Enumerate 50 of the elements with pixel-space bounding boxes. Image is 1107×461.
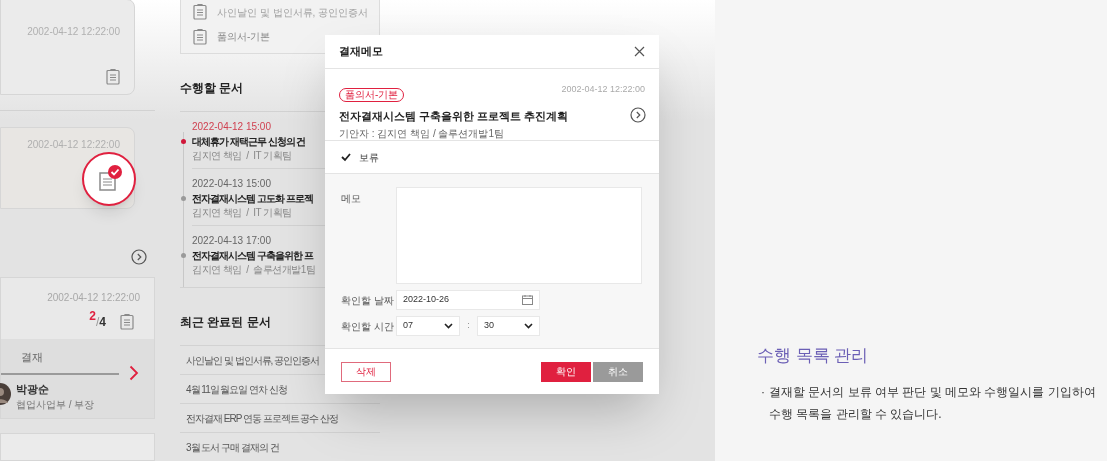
card-date: 2002-04-12 12:22:00 [27,25,120,39]
todo-meta: 김지연 책임 / IT 기획팀 [192,206,292,219]
step-label: 결재 [21,350,43,365]
document-icon [193,4,207,21]
card-date: 2002-04-12 12:22:00 [47,291,140,305]
date-field[interactable]: 2022-10-26 [396,290,540,310]
caret-icon [444,323,453,329]
calendar-icon[interactable] [522,295,533,305]
todo-title: 대체휴가 재택근무 신청의 건 [192,135,306,149]
confirm-button[interactable]: 확인 [541,361,591,382]
document-icon [120,314,134,330]
todo-time: 2022-04-12 15:00 [192,120,271,134]
hold-label: 보류 [359,150,379,165]
todo-title: 전자결재시스템 구축을위한 프 [192,249,313,263]
todo-title: 전자결재시스템 고도화 프로젝 [192,192,313,206]
minute-select[interactable]: 30 [477,316,540,336]
recent-item[interactable]: 전자결재 ERP 연동 프로젝트 공수 산정 [180,404,380,433]
memo-label: 메모 [341,192,362,206]
todo-meta: 김지연 책임 / 솔루션개발1팀 [192,263,316,276]
hour-select[interactable]: 07 [396,316,460,336]
document-icon [193,28,207,45]
recent-title: 전자결재 ERP 연동 프로젝트 공수 산정 [186,411,339,426]
approver-dept: 협업사업부 / 부장 [16,398,95,412]
recent-title: 3월 도서 구매 결재의 건 [186,440,279,455]
time-label: 확인할 시간 [341,319,395,334]
recent-title: 사인날인 및 법인서류, 공인인증서 [186,353,320,368]
todo-time: 2022-04-13 15:00 [192,177,271,191]
bullet: · [761,383,766,401]
card-date: 2002-04-12 12:22:00 [27,138,120,152]
time-separator: : [466,319,471,333]
doc-date: 2002-04-12 12:22:00 [561,83,645,96]
document-icon [106,69,120,85]
close-icon[interactable] [634,46,645,57]
caret-icon [524,323,533,329]
feature-description: 결재할 문서의 보류 여부 판단 및 메모와 수행일시를 기입하여 수행 목록을 관리할 수 있습니다. [769,383,1097,423]
approval-badge-icon [82,152,136,206]
dialog-title: 결재메모 [339,44,383,60]
feature-title: 수행 목록 관리 [757,345,870,367]
recent-item[interactable]: 3월 도서 구매 결재의 건 [180,433,380,461]
todo-time: 2022-04-13 17:00 [192,234,271,248]
delete-button[interactable]: 삭제 [341,361,391,382]
approver-name: 박광순 [16,382,49,397]
section-title: 최근 완료된 문서 [180,314,271,331]
recent-title: 4월 11일 월요일 연차 신청 [186,382,288,397]
check-icon[interactable] [341,152,351,162]
section-title: 수행할 문서 [180,80,244,97]
chevron-right-icon[interactable] [129,365,139,381]
todo-item[interactable]: 2022-04-13 17:00 전자결재시스템 구축을위한 프 김지연 책임 / 솔루션개발1팀 [192,226,380,283]
todo-meta: 김지연 책임 / IT 기획팀 [192,149,292,162]
date-label: 확인할 날짜 [341,293,395,308]
